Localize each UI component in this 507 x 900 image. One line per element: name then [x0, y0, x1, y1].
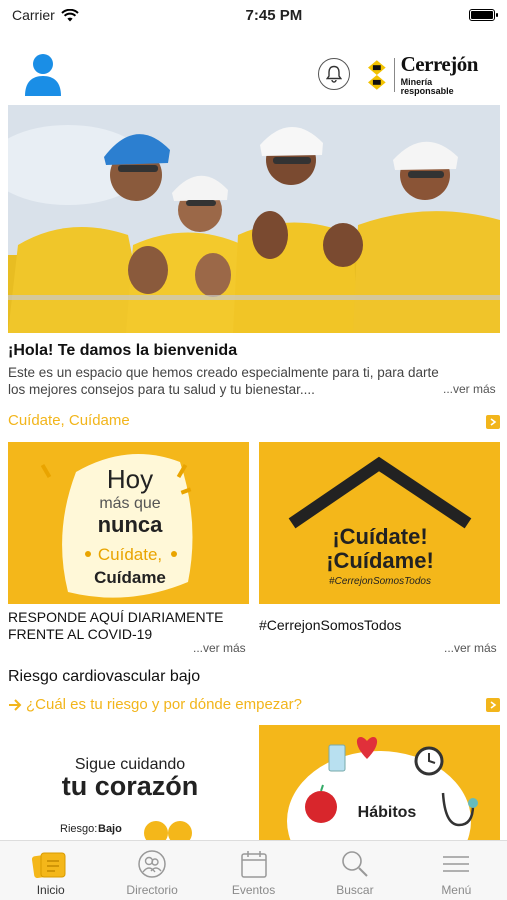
logo-mark-icon — [368, 60, 386, 90]
art-line-1: ¡Cuídate! — [332, 524, 427, 549]
bell-icon — [326, 65, 342, 83]
cerrejon-card-art: ¡Cuídate! ¡Cuídame! #CerrejonSomosTodos — [259, 442, 500, 604]
art-line-2: más que — [99, 495, 160, 512]
habits-card-art: Hábitos — [259, 725, 500, 840]
tab-inicio[interactable]: Inicio — [0, 841, 101, 900]
hero-banner-image[interactable] — [8, 105, 500, 333]
tab-label: Directorio — [126, 883, 178, 897]
art-line-3: #CerrejonSomosTodos — [329, 576, 431, 587]
art-line-5: Cuídame — [94, 568, 166, 587]
welcome-title: ¡Hola! Te damos la bienvenida — [8, 342, 238, 359]
risk-label: Riesgo: — [60, 823, 97, 835]
tab-menu[interactable]: Menú — [406, 841, 507, 900]
cerrejon-card-image[interactable]: ¡Cuídate! ¡Cuídame! #CerrejonSomosTodos — [259, 442, 500, 604]
top-header: Cerrejón Minería responsable — [0, 30, 507, 105]
carrier-label: Carrier — [12, 7, 55, 23]
tab-label: Buscar — [336, 883, 374, 897]
art-line-3: nunca — [98, 512, 164, 537]
art-line-2: ¡Cuídame! — [326, 548, 434, 573]
logo-name: Cerrejón — [400, 52, 479, 76]
tab-label: Eventos — [231, 883, 276, 897]
app-screen: Carrier 7:45 PM Cerrejón Minería respons… — [0, 0, 507, 900]
heart-card-image[interactable]: Sigue cuidando tu corazón Riesgo: Bajo — [8, 725, 249, 840]
cerrejon-card-more-link[interactable]: ...ver más — [444, 641, 497, 655]
chevron-right-icon — [490, 418, 497, 426]
habits-card-image[interactable]: Hábitos — [259, 725, 500, 840]
risk-value: Bajo — [98, 823, 122, 835]
cerrejon-logo: Cerrejón Minería responsable — [368, 52, 486, 98]
tab-buscar[interactable]: Buscar — [304, 841, 405, 900]
habits-label: Hábitos — [358, 804, 417, 821]
covid-card-image[interactable]: Hoy más que nunca Cuídate, Cuídame — [8, 442, 249, 604]
welcome-more-link[interactable]: ...ver más — [443, 382, 496, 396]
bottom-tab-bar: Inicio Directorio Eventos Buscar Menú — [0, 840, 507, 900]
logo-tagline: Minería responsable — [400, 77, 454, 96]
battery-icon — [468, 9, 498, 21]
tab-eventos[interactable]: Eventos — [203, 841, 304, 900]
hamburger-menu-icon — [443, 856, 470, 872]
tab-label: Inicio — [36, 883, 65, 897]
risk-link-label: ¿Cuál es tu riesgo y por dónde empezar? — [26, 696, 302, 713]
cerrejon-card-caption[interactable]: #CerrejonSomosTodos — [259, 617, 500, 634]
clock: 7:45 PM — [245, 6, 303, 24]
notifications-button[interactable] — [318, 58, 350, 90]
covid-card-more-link[interactable]: ...ver más — [193, 641, 246, 655]
workers-thumbs-up-photo — [8, 105, 500, 333]
art-line-1: Hoy — [107, 464, 153, 494]
art-line-4: Cuídate, — [98, 545, 162, 564]
tab-label: Menú — [441, 883, 472, 897]
section-title-cuidate[interactable]: Cuídate, Cuídame — [8, 412, 130, 429]
arrow-right-icon — [9, 698, 22, 711]
covid-card-caption[interactable]: RESPONDE AQUÍ DIARIAMENTE FRENTE AL COVI… — [8, 609, 249, 643]
risk-arrow-button[interactable] — [486, 698, 500, 712]
status-bar: Carrier 7:45 PM — [0, 0, 507, 30]
welcome-text: Este es un espacio que hemos creado espe… — [8, 365, 439, 397]
user-profile-icon[interactable] — [24, 52, 62, 96]
people-icon — [138, 850, 166, 878]
chevron-right-icon — [490, 701, 497, 709]
search-icon — [342, 851, 368, 877]
tab-directorio[interactable]: Directorio — [101, 841, 202, 900]
risk-link[interactable]: ¿Cuál es tu riesgo y por dónde empezar? — [8, 696, 302, 713]
section-arrow-button[interactable] — [486, 415, 500, 429]
heart-card-line-2: tu corazón — [62, 771, 199, 801]
wifi-icon — [61, 8, 79, 21]
calendar-icon — [240, 851, 267, 878]
covid-card-art: Hoy más que nunca Cuídate, Cuídame — [8, 442, 249, 604]
home-cards-icon — [31, 852, 66, 879]
heart-card-art: Sigue cuidando tu corazón Riesgo: Bajo — [60, 756, 199, 840]
risk-heading: Riesgo cardiovascular bajo — [8, 668, 201, 685]
